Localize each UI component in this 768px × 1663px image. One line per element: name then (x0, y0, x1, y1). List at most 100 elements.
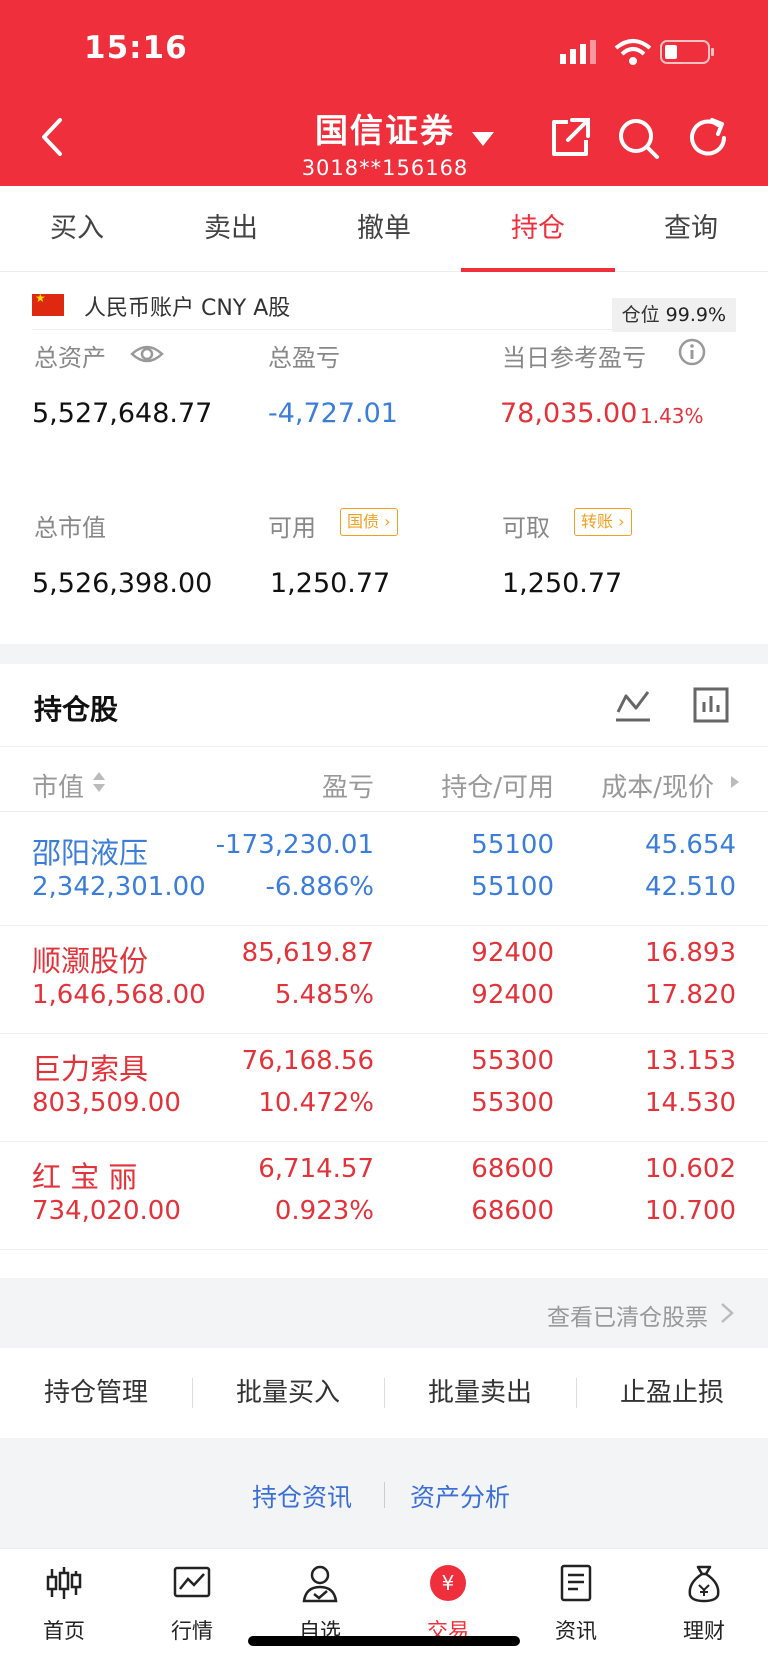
eye-icon[interactable] (130, 342, 164, 366)
position-badge: 仓位 99.9% (611, 298, 736, 332)
stock-name: 邵阳液压 (32, 836, 149, 870)
refresh-icon[interactable] (686, 116, 730, 160)
market-value: 803,509.00 (32, 1088, 181, 1118)
market-value-label: 总市值 (34, 514, 106, 542)
holding-quantity: 55300 (471, 1046, 554, 1076)
holdings-panel: 持仓股 市值 盈亏 持仓/可用 成本/现价 邵阳液压 2,342,301.00 -1… (0, 664, 768, 1278)
current-price: 10.700 (645, 1196, 736, 1226)
market-value: 2,342,301.00 (32, 872, 206, 902)
nav-market-label: 行情 (171, 1619, 213, 1643)
tab-holdings[interactable]: 持仓 (461, 186, 615, 272)
sort-icon[interactable] (92, 771, 106, 793)
caret-down-icon[interactable] (470, 130, 496, 148)
stop-profit-loss-button[interactable]: 止盈止损 (576, 1348, 768, 1438)
holdings-title: 持仓股 (34, 693, 119, 726)
nav-news[interactable]: 资讯 (512, 1549, 640, 1663)
china-flag-icon (32, 291, 64, 316)
profit-loss-percent: 5.485% (274, 980, 374, 1010)
nav-wealth[interactable]: 理财 (640, 1549, 768, 1663)
asset-analysis-link[interactable]: 资产分析 (410, 1478, 510, 1514)
back-icon[interactable] (32, 112, 72, 162)
col-cost-price[interactable]: 成本/现价 (601, 767, 714, 804)
col-profit-loss[interactable]: 盈亏 (322, 767, 374, 804)
cleared-stocks-link[interactable]: 查看已清仓股票 (0, 1278, 768, 1348)
chevron-right-icon (721, 1303, 734, 1323)
battery-icon (660, 40, 714, 64)
current-price: 14.530 (645, 1088, 736, 1118)
line-chart-icon[interactable] (614, 686, 652, 724)
nav-home[interactable]: 首页 (0, 1549, 128, 1663)
nav-news-label: 资讯 (555, 1619, 597, 1643)
signal-icon (560, 40, 596, 64)
available-quantity: 55100 (471, 872, 554, 902)
tab-sell[interactable]: 卖出 (154, 186, 308, 272)
share-icon[interactable] (548, 116, 592, 160)
profit-loss: -173,230.01 (215, 830, 374, 860)
cost-price: 13.153 (645, 1046, 736, 1076)
nav-market[interactable]: 行情 (128, 1549, 256, 1663)
transfer-tag[interactable]: 转账 › (574, 508, 632, 536)
wifi-icon (614, 39, 652, 65)
profit-loss: 6,714.57 (258, 1154, 374, 1184)
manage-holdings-button[interactable]: 持仓管理 (0, 1348, 192, 1438)
yuan-coin-icon: ¥ (430, 1565, 466, 1601)
tab-cancel[interactable]: 撤单 (307, 186, 461, 272)
available-quantity: 55300 (471, 1088, 554, 1118)
broker-selector[interactable]: 国信证券 3018**156168 (270, 104, 500, 180)
table-row[interactable]: 顺灏股份 1,646,568.00 85,619.87 5.485% 92400 9240… (0, 920, 768, 1034)
profit-loss: 85,619.87 (241, 938, 374, 968)
stock-name: 巨力索具 (32, 1052, 149, 1086)
batch-sell-button[interactable]: 批量卖出 (384, 1348, 576, 1438)
holdings-news-link[interactable]: 持仓资讯 (252, 1478, 352, 1514)
holding-quantity: 55100 (471, 830, 554, 860)
search-icon[interactable] (616, 116, 660, 160)
chevron-right-icon[interactable] (730, 775, 740, 789)
cost-price: 16.893 (645, 938, 736, 968)
stock-name: 顺灏股份 (32, 944, 149, 978)
holding-quantity: 92400 (471, 938, 554, 968)
cost-price: 45.654 (645, 830, 736, 860)
bar-chart-icon[interactable] (692, 686, 730, 724)
holdings-header: 市值 盈亏 持仓/可用 成本/现价 (0, 746, 768, 812)
nav-home-label: 首页 (43, 1619, 85, 1643)
table-row[interactable]: 巨力索具 803,509.00 76,168.56 10.472% 55300 55300… (0, 1028, 768, 1142)
info-icon[interactable] (678, 338, 706, 366)
available-quantity: 68600 (471, 1196, 554, 1226)
col-market-value[interactable]: 市值 (32, 767, 84, 804)
position-value: 99.9% (665, 304, 726, 326)
account-label: 人民币账户 CNY A股 (84, 296, 291, 321)
total-pl-value: -4,727.01 (268, 398, 398, 429)
broker-name: 国信证券 (315, 111, 455, 150)
footer-links: 持仓资讯 资产分析 (0, 1438, 768, 1548)
market-value: 1,646,568.00 (32, 980, 206, 1010)
col-hold-available[interactable]: 持仓/可用 (441, 767, 554, 804)
tab-query[interactable]: 查询 (614, 186, 768, 272)
day-pl-label: 当日参考盈亏 (502, 344, 646, 372)
home-indicator (248, 1636, 520, 1646)
profit-loss-percent: 10.472% (258, 1088, 374, 1118)
table-row[interactable]: 红 宝 丽 734,020.00 6,714.57 0.923% 68600 68600 1… (0, 1136, 768, 1250)
divider (384, 1482, 385, 1508)
money-bag-icon (688, 1565, 720, 1603)
available-value: 1,250.77 (270, 568, 391, 599)
batch-buy-button[interactable]: 批量买入 (192, 1348, 384, 1438)
trade-page: 15:16 国信证券 3018**156168 买入 卖出 撤单 持仓 查询 ★… (0, 0, 768, 1663)
day-pl-percent: 1.43% (640, 404, 704, 428)
total-assets-value: 5,527,648.77 (32, 398, 213, 429)
stock-name: 红 宝 丽 (32, 1160, 138, 1194)
market-chart-icon (173, 1566, 211, 1598)
treasury-bond-tag[interactable]: 国债 › (340, 508, 398, 536)
header-bar: 15:16 国信证券 3018**156168 (0, 0, 768, 186)
tab-buy[interactable]: 买入 (0, 186, 154, 272)
market-value-value: 5,526,398.00 (32, 568, 213, 599)
total-pl-label: 总盈亏 (268, 344, 340, 372)
document-icon (560, 1564, 592, 1602)
table-row[interactable]: 邵阳液压 2,342,301.00 -173,230.01 -6.886% 55100 5… (0, 812, 768, 926)
current-price: 17.820 (645, 980, 736, 1010)
account-number: 3018**156168 (301, 156, 469, 180)
profit-loss: 76,168.56 (241, 1046, 374, 1076)
cost-price: 10.602 (645, 1154, 736, 1184)
svg-text:¥: ¥ (442, 1571, 455, 1595)
treasury-bond-tag-label: 国债 (347, 512, 380, 531)
nav-wealth-label: 理财 (683, 1619, 725, 1643)
